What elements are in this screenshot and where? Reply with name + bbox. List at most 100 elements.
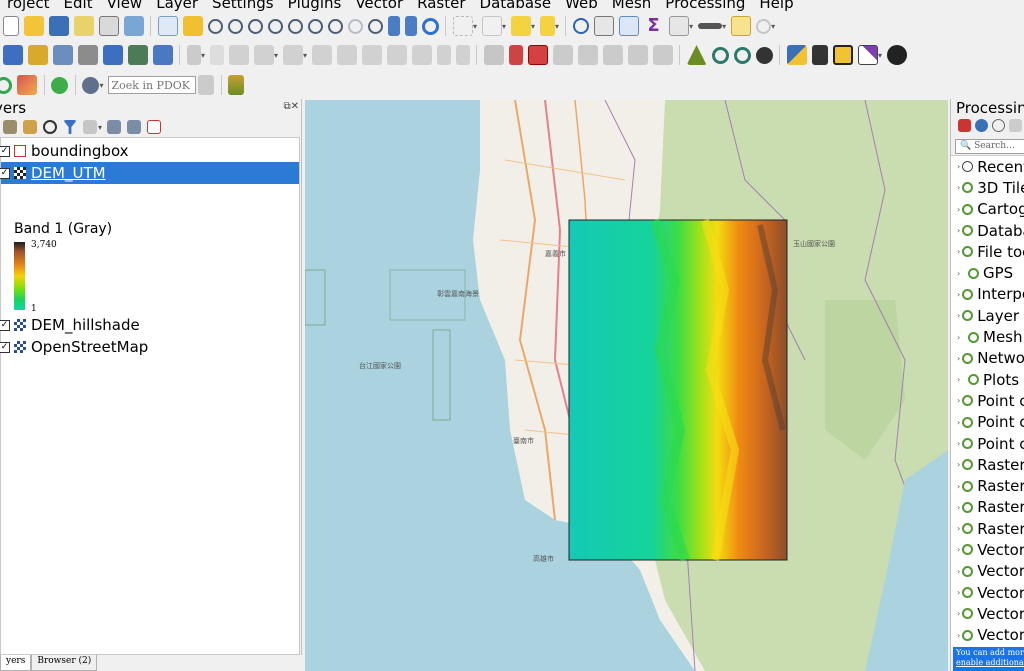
- expand-arrow-icon[interactable]: ›: [957, 460, 960, 469]
- pdok-search-input[interactable]: [107, 76, 196, 94]
- layer-row-openstreetmap[interactable]: ✓ OpenStreetMap: [0, 336, 299, 358]
- mesh-icon[interactable]: [811, 45, 828, 65]
- layer-visibility-checkbox[interactable]: ✓: [0, 341, 10, 353]
- expand-arrow-icon[interactable]: ›: [957, 524, 960, 533]
- zoom-native-icon[interactable]: [327, 18, 343, 34]
- processing-group-item[interactable]: › Interpolation: [951, 284, 1024, 305]
- new-geopackage-layer-icon[interactable]: [2, 45, 23, 65]
- new-bookmark-icon[interactable]: [387, 16, 400, 36]
- cut-features-icon[interactable]: [361, 45, 382, 65]
- expand-arrow-icon[interactable]: ›: [957, 183, 960, 192]
- processing-group-item[interactable]: › Vector geometry: [951, 603, 1024, 624]
- processing-group-item[interactable]: › Point cloud extraction: [951, 433, 1024, 454]
- expand-arrow-icon[interactable]: ›: [957, 269, 966, 278]
- remove-layer-icon[interactable]: [147, 120, 162, 134]
- expand-arrow-icon[interactable]: ›: [957, 333, 966, 342]
- show-bookmarks-icon[interactable]: [404, 16, 417, 36]
- search-icon[interactable]: [755, 18, 771, 34]
- zoom-next-icon[interactable]: [367, 18, 383, 34]
- layer-row-dem-utm[interactable]: ✓ DEM_UTM: [0, 162, 299, 184]
- zoom-to-layer-icon[interactable]: [307, 18, 323, 34]
- topology-checker-icon[interactable]: [733, 46, 751, 64]
- zoom-in-icon[interactable]: [207, 18, 223, 34]
- digitize-plugin-icon[interactable]: [17, 75, 37, 95]
- toggle-editing-icon[interactable]: [209, 45, 224, 65]
- processing-search-input[interactable]: 🔍 Search…: [955, 139, 1024, 154]
- expand-arrow-icon[interactable]: ›: [957, 631, 960, 640]
- pan-map-icon[interactable]: [157, 16, 178, 36]
- check-geometry-icon[interactable]: [711, 46, 729, 64]
- open-project-icon[interactable]: [23, 16, 44, 36]
- expand-arrow-icon[interactable]: ›: [957, 247, 960, 256]
- layer-visibility-checkbox[interactable]: ✓: [0, 145, 10, 157]
- processing-group-item[interactable]: › Raster terrain analysis: [951, 497, 1024, 518]
- processing-group-item[interactable]: › Cartography: [951, 199, 1024, 220]
- expand-arrow-icon[interactable]: ›: [957, 588, 960, 597]
- save-project-icon[interactable]: [48, 16, 69, 36]
- filter-by-expression-icon[interactable]: [83, 120, 97, 134]
- processing-group-item[interactable]: › Vector creation: [951, 561, 1024, 582]
- processing-group-item[interactable]: › Vector overlay: [951, 625, 1024, 646]
- python-console-icon[interactable]: [786, 45, 807, 65]
- layer-row-boundingbox[interactable]: ✓ boundingbox: [0, 140, 299, 162]
- zoom-out-icon[interactable]: [227, 18, 243, 34]
- modify-attributes-icon[interactable]: [311, 45, 332, 65]
- undo-icon[interactable]: [436, 45, 451, 65]
- select-location-icon[interactable]: [539, 16, 555, 36]
- share-icon[interactable]: [51, 76, 68, 94]
- expand-arrow-icon[interactable]: ›: [957, 396, 960, 405]
- digitize-icon[interactable]: [253, 45, 274, 65]
- expand-arrow-icon[interactable]: ›: [957, 290, 960, 299]
- statistical-summary-icon[interactable]: Σ: [644, 16, 664, 36]
- results-viewer-icon[interactable]: [1009, 119, 1022, 132]
- processing-group-item[interactable]: › Raster analysis: [951, 454, 1024, 475]
- expand-arrow-icon[interactable]: ›: [957, 418, 960, 427]
- processing-group-item[interactable]: › Point cloud data management: [951, 412, 1024, 433]
- paste-features-icon[interactable]: [411, 45, 432, 65]
- style-manager-icon[interactable]: [123, 16, 144, 36]
- deselect-features-icon[interactable]: [510, 16, 531, 36]
- grass-icon[interactable]: [755, 46, 773, 64]
- expand-arrow-icon[interactable]: ›: [957, 482, 960, 491]
- processing-group-item[interactable]: › Recent: [951, 156, 1024, 177]
- expand-arrow-icon[interactable]: ›: [957, 162, 960, 171]
- layout-manager-icon[interactable]: [98, 16, 119, 36]
- vertex-tool-icon[interactable]: [282, 45, 303, 65]
- processing-group-item[interactable]: › Raster creation: [951, 475, 1024, 496]
- expand-arrow-icon[interactable]: ›: [957, 503, 960, 512]
- add-layer-icon[interactable]: [0, 76, 12, 94]
- manage-visibility-icon[interactable]: [43, 120, 57, 134]
- processing-group-item[interactable]: › 3D Tiles: [951, 177, 1024, 198]
- refresh-icon[interactable]: [421, 17, 439, 35]
- processing-group-item[interactable]: › Database: [951, 220, 1024, 241]
- extra-toolbar-icon[interactable]: [886, 45, 907, 65]
- pdok-locator-icon[interactable]: [82, 76, 99, 94]
- processing-group-item[interactable]: › Plots: [951, 369, 1024, 390]
- layer-visibility-checkbox[interactable]: ✓: [0, 319, 10, 331]
- select-features-icon[interactable]: [452, 16, 473, 36]
- expand-arrow-icon[interactable]: ›: [957, 311, 960, 320]
- new-shapefile-layer-icon[interactable]: [27, 45, 48, 65]
- attributes-form-icon[interactable]: [668, 16, 689, 36]
- processing-group-item[interactable]: › Layer tools: [951, 305, 1024, 326]
- delete-selected-icon[interactable]: [336, 45, 357, 65]
- new-memory-layer-icon[interactable]: [102, 45, 123, 65]
- processing-group-item[interactable]: › Mesh: [951, 326, 1024, 347]
- measure-line-icon[interactable]: [697, 23, 722, 29]
- expand-arrow-icon[interactable]: ›: [957, 439, 960, 448]
- map-tips-icon[interactable]: [730, 16, 751, 36]
- redo-icon[interactable]: [455, 45, 470, 65]
- collapse-all-icon[interactable]: [127, 120, 142, 134]
- expand-arrow-icon[interactable]: ›: [957, 354, 960, 363]
- new-mesh-layer-icon[interactable]: [127, 45, 148, 65]
- processing-group-item[interactable]: › Raster tools: [951, 518, 1024, 539]
- history-icon[interactable]: [992, 119, 1005, 132]
- expand-arrow-icon[interactable]: ›: [957, 205, 960, 214]
- show-hide-labels-icon[interactable]: [527, 45, 548, 65]
- zoom-rubberband-icon[interactable]: [247, 18, 263, 34]
- processing-toolbox-icon[interactable]: [618, 16, 639, 36]
- add-group-icon[interactable]: [23, 120, 37, 134]
- edits-icon[interactable]: [186, 45, 201, 65]
- run-model-icon[interactable]: [228, 75, 245, 95]
- processing-group-item[interactable]: › Vector analysis: [951, 539, 1024, 560]
